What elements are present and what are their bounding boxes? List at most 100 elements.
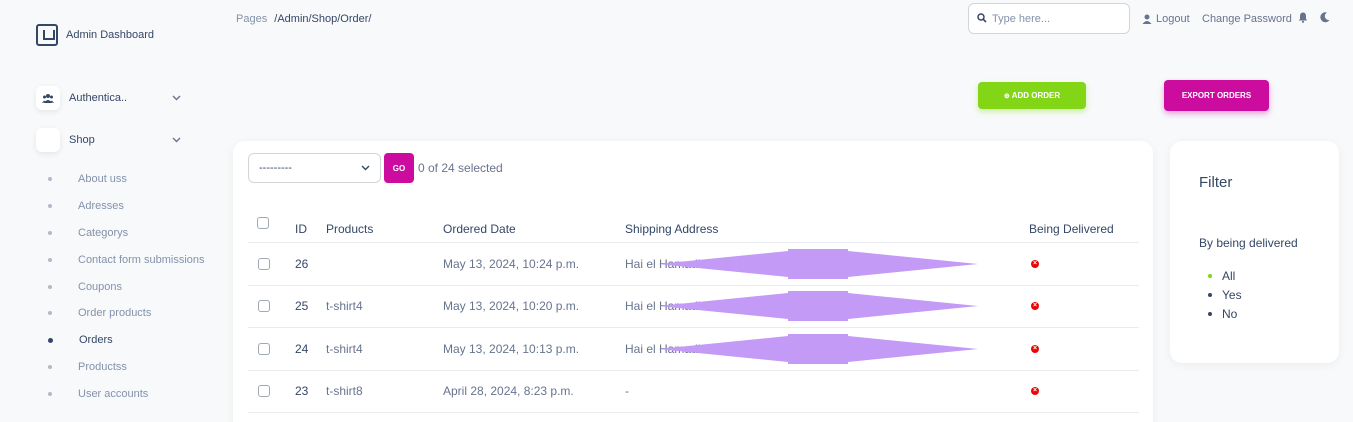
row-checkbox[interactable] — [258, 300, 270, 313]
filter-panel: Filter By being delivered All Yes No — [1170, 141, 1339, 363]
not-delivered-icon: × — [1031, 387, 1039, 396]
not-delivered-icon: × — [1031, 259, 1039, 268]
row-checkbox[interactable] — [258, 342, 270, 355]
change-password-label: Change Password — [1202, 13, 1292, 25]
bullet-icon — [1208, 292, 1212, 297]
action-select[interactable]: --------- — [248, 153, 381, 183]
filter-option-label: No — [1222, 306, 1238, 321]
order-products: t-shirt8 — [326, 384, 363, 399]
row-checkbox[interactable] — [258, 257, 270, 270]
search-icon — [977, 10, 987, 28]
bell-icon — [1298, 12, 1308, 23]
sidebar-item-label: About uss — [78, 173, 127, 186]
bullet-icon — [48, 311, 52, 316]
sidebar-item-label: Adresses — [78, 200, 124, 213]
change-password-link[interactable]: Change Password — [1202, 13, 1292, 25]
bullet-icon — [48, 204, 52, 209]
bullet-icon — [48, 177, 52, 182]
sidebar-item-productss[interactable]: Productss — [48, 354, 205, 381]
redaction-mark-icon — [658, 248, 978, 279]
breadcrumb: Pages /Admin/Shop/Order/ — [236, 13, 371, 25]
bullet-icon — [48, 284, 52, 289]
brand[interactable]: Admin Dashboard — [36, 24, 154, 46]
sidebar-item-label: Productss — [78, 360, 127, 373]
logout-link[interactable]: Logout — [1142, 13, 1190, 25]
filter-options: All Yes No — [1208, 266, 1242, 323]
filter-option-no[interactable]: No — [1208, 304, 1242, 323]
column-header-products[interactable]: Products — [326, 222, 373, 236]
search-input[interactable] — [992, 12, 1122, 25]
sidebar-item-label: Orders — [79, 334, 113, 347]
sidebar-item-label: Order products — [78, 307, 152, 320]
redaction-mark-icon — [658, 333, 978, 364]
column-header-ordered-date[interactable]: Ordered Date — [443, 222, 516, 236]
orders-card: --------- GO 0 of 24 selected ID Product… — [233, 141, 1153, 422]
column-header-being-delivered[interactable]: Being Delivered — [1029, 222, 1114, 236]
export-orders-button[interactable]: EXPORT ORDERS — [1164, 80, 1269, 111]
redaction-mark-icon — [658, 291, 978, 322]
breadcrumb-path: /Admin/Shop/Order/ — [274, 13, 372, 25]
order-date: April 28, 2024, 8:23 p.m. — [443, 384, 574, 399]
shop-subnav: About uss Adresses Categorys Contact for… — [48, 166, 205, 407]
bullet-icon — [48, 230, 52, 235]
select-all-checkbox[interactable] — [257, 217, 269, 229]
dark-mode-toggle[interactable] — [1320, 12, 1334, 23]
sidebar-item-user-accounts[interactable]: User accounts — [48, 380, 205, 407]
moon-icon — [1320, 12, 1330, 23]
user-icon — [1142, 14, 1152, 24]
order-date: May 13, 2024, 10:13 p.m. — [443, 341, 580, 356]
sidebar-item-orders[interactable]: Orders — [48, 327, 205, 354]
table-header-row: ID Products Ordered Date Shipping Addres… — [248, 205, 1139, 243]
sidebar-item-coupons[interactable]: Coupons — [48, 273, 205, 300]
go-button[interactable]: GO — [384, 153, 414, 183]
table-row: 24 t-shirt4 May 13, 2024, 10:13 p.m. Hai… — [248, 328, 1139, 371]
sidebar-group-authentication[interactable]: Authentica.. — [36, 86, 181, 110]
chevron-down-icon — [172, 135, 181, 146]
order-id-link[interactable]: 23 — [295, 384, 308, 398]
sidebar-item-about-uss[interactable]: About uss — [48, 166, 205, 193]
sidebar-group-label: Shop — [69, 134, 95, 146]
brand-title: Admin Dashboard — [66, 29, 155, 41]
sidebar-item-order-products[interactable]: Order products — [48, 300, 205, 327]
notifications-button[interactable] — [1298, 12, 1312, 23]
column-header-id[interactable]: ID — [295, 222, 307, 236]
search-box[interactable] — [968, 3, 1130, 34]
selected-count: 0 of 24 selected — [418, 161, 503, 175]
order-id-link[interactable]: 25 — [295, 299, 308, 313]
sidebar-item-contact-form-submissions[interactable]: Contact form submissions — [48, 246, 205, 273]
filter-option-yes[interactable]: Yes — [1208, 285, 1242, 304]
bullet-icon — [48, 364, 52, 369]
sidebar-item-categorys[interactable]: Categorys — [48, 220, 205, 247]
order-products: t-shirt4 — [326, 299, 363, 314]
add-order-label: ADD ORDER — [1011, 91, 1061, 100]
add-order-button[interactable]: ⊕ ADD ORDER — [978, 82, 1086, 109]
bullet-icon — [48, 391, 52, 396]
chevron-down-icon — [361, 165, 370, 171]
order-id-link[interactable]: 26 — [295, 257, 308, 271]
breadcrumb-root[interactable]: Pages — [236, 13, 267, 25]
order-products: t-shirt4 — [326, 341, 363, 356]
sidebar-group-label: Authentica.. — [69, 92, 128, 104]
bullet-icon — [48, 337, 53, 343]
plus-icon: ⊕ — [1003, 92, 1010, 100]
filter-option-label: All — [1222, 268, 1236, 283]
table-row: 26 May 13, 2024, 10:24 p.m. Hai el Hamad… — [248, 243, 1139, 286]
shop-icon — [36, 128, 60, 152]
sidebar-item-adresses[interactable]: Adresses — [48, 193, 205, 220]
sidebar: Admin Dashboard Authentica.. Shop About … — [0, 0, 220, 422]
brand-logo-icon — [36, 24, 58, 46]
sidebar-item-label: User accounts — [78, 387, 149, 400]
sidebar-item-label: Coupons — [78, 280, 123, 293]
column-header-shipping-address[interactable]: Shipping Address — [625, 222, 718, 236]
not-delivered-icon: × — [1031, 302, 1039, 311]
row-checkbox[interactable] — [258, 385, 270, 398]
order-id-link[interactable]: 24 — [295, 342, 308, 356]
filter-option-all[interactable]: All — [1208, 266, 1242, 285]
logout-label: Logout — [1156, 13, 1190, 25]
orders-table: ID Products Ordered Date Shipping Addres… — [248, 205, 1139, 413]
bullet-icon — [48, 257, 52, 262]
bullet-icon — [1208, 311, 1212, 316]
sidebar-group-shop[interactable]: Shop — [36, 128, 181, 152]
filter-subtitle: By being delivered — [1199, 236, 1298, 250]
chevron-down-icon — [172, 93, 181, 104]
